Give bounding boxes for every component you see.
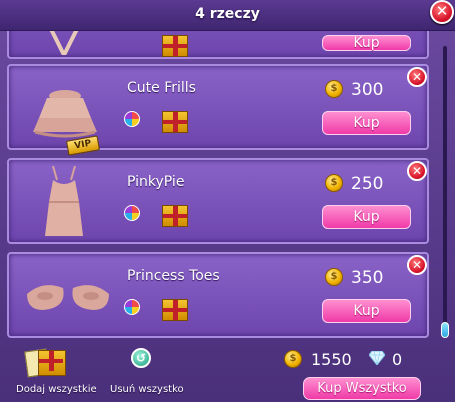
buy-button[interactable]: Kup bbox=[322, 299, 411, 323]
buy-all-button[interactable]: Kup Wszystko bbox=[303, 377, 421, 400]
list-item-pinkypie: PinkyPie $ 250 Kup ✕ bbox=[7, 158, 429, 244]
buy-button-label: Kup bbox=[353, 115, 380, 131]
item-name: PinkyPie bbox=[127, 174, 185, 190]
remove-icon[interactable]: ✕ bbox=[407, 161, 427, 181]
gift-icon[interactable] bbox=[162, 299, 188, 321]
pinkypie-image bbox=[45, 165, 83, 236]
list-item-partial: Kup bbox=[7, 31, 429, 59]
buy-button-label: Kup bbox=[353, 303, 380, 319]
coin-balance: 1550 bbox=[311, 350, 352, 369]
scrollbar-thumb[interactable] bbox=[441, 322, 449, 338]
garment-image bbox=[49, 31, 79, 55]
item-name: Princess Toes bbox=[127, 268, 220, 284]
list-item-cute-frills: VIP Cute Frills $ 300 Kup ✕ bbox=[7, 64, 429, 156]
rainbow-ball-icon bbox=[124, 299, 140, 315]
rainbow-ball-icon bbox=[124, 111, 140, 127]
buy-button-label: Kup bbox=[353, 209, 380, 225]
list-item-princess-toes: Princess Toes $ 350 Kup ✕ bbox=[7, 252, 429, 338]
coin-icon: $ bbox=[325, 80, 343, 98]
gift-icon[interactable] bbox=[162, 111, 188, 133]
add-all-label[interactable]: Dodaj wszystkie bbox=[16, 384, 97, 395]
diamond-icon bbox=[369, 351, 385, 365]
footer: Dodaj wszystkie ↺ Usuń wszystko $ 1550 0… bbox=[0, 344, 455, 402]
buy-button[interactable]: Kup bbox=[322, 205, 411, 229]
princess-toes-image bbox=[27, 285, 109, 310]
coin-icon: $ bbox=[325, 174, 343, 192]
remove-icon[interactable]: ✕ bbox=[407, 255, 427, 275]
diamond-balance: 0 bbox=[392, 350, 403, 369]
coin-icon: $ bbox=[325, 268, 343, 286]
item-price: 350 bbox=[351, 268, 384, 288]
gift-icon[interactable] bbox=[162, 35, 188, 57]
buy-button-label: Kup bbox=[353, 35, 380, 51]
item-list[interactable]: Kup VIP Cute Frills $ 300 Kup ✕ PinkyPie… bbox=[0, 31, 440, 344]
rainbow-ball-icon bbox=[124, 205, 140, 221]
buy-button[interactable]: Kup bbox=[322, 35, 411, 51]
buy-button[interactable]: Kup bbox=[322, 111, 411, 135]
scrollbar-track[interactable] bbox=[443, 46, 447, 336]
add-all-button[interactable] bbox=[24, 346, 66, 378]
item-price: 250 bbox=[351, 174, 384, 194]
title-bar: 4 rzeczy ✕ bbox=[0, 0, 455, 31]
item-name: Cute Frills bbox=[127, 80, 196, 96]
shopping-cart-window: 4 rzeczy ✕ Kup VIP Cute Frills $ 300 Kup… bbox=[0, 0, 455, 402]
buy-all-label: Kup Wszystko bbox=[317, 381, 407, 396]
coin-icon: $ bbox=[284, 350, 302, 368]
gift-icon bbox=[38, 350, 66, 376]
undo-icon[interactable]: ↺ bbox=[131, 348, 151, 368]
remove-all-label[interactable]: Usuń wszystko bbox=[110, 384, 184, 395]
gift-icon[interactable] bbox=[162, 205, 188, 227]
window-title: 4 rzeczy bbox=[195, 6, 260, 22]
cute-frills-image bbox=[33, 90, 97, 138]
remove-icon[interactable]: ✕ bbox=[407, 67, 427, 87]
close-icon[interactable]: ✕ bbox=[430, 0, 454, 24]
item-price: 300 bbox=[351, 80, 384, 100]
